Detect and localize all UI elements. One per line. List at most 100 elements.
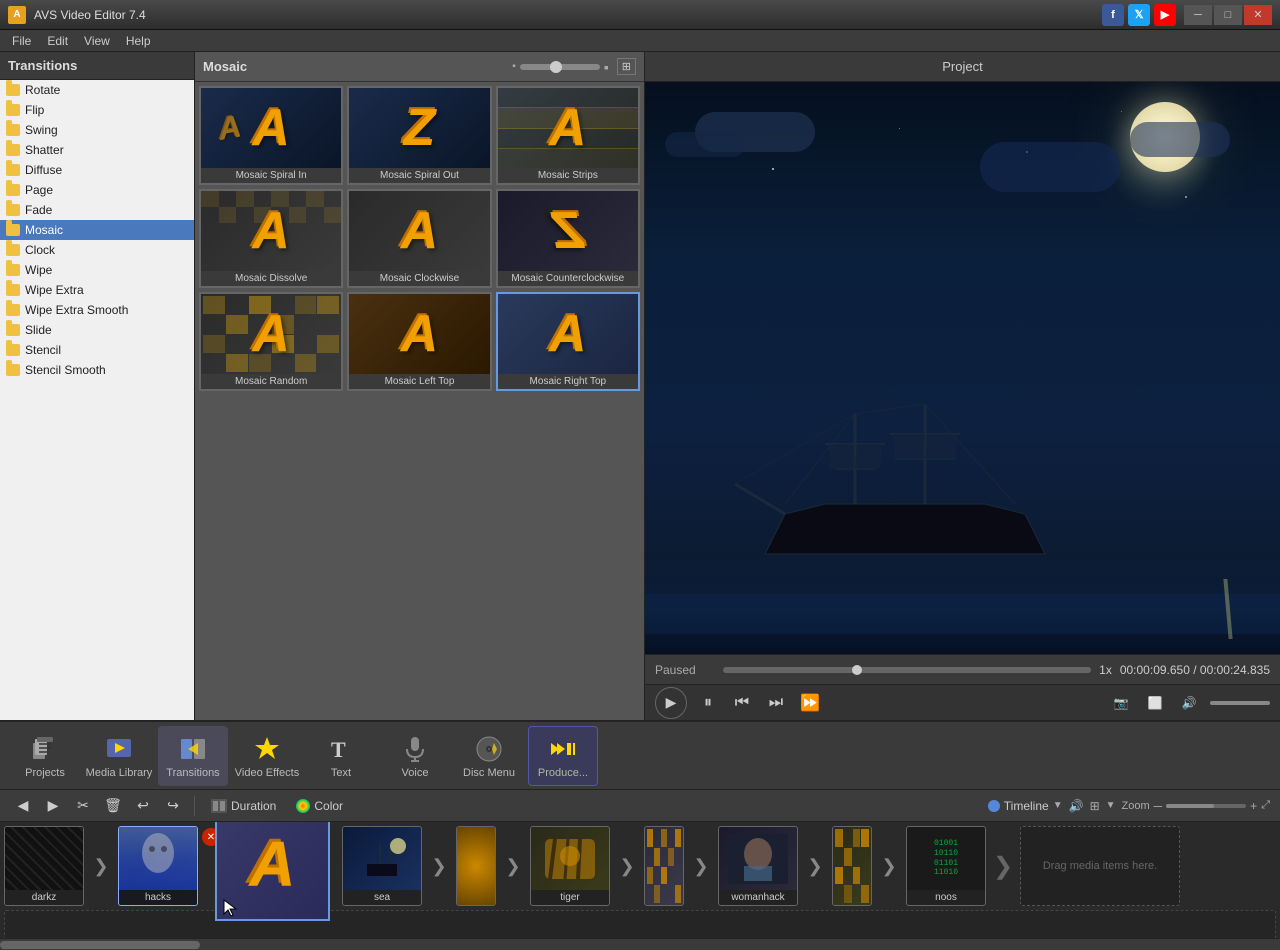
twitter-icon[interactable]: 𝕏 bbox=[1128, 4, 1150, 26]
toolbar-video-effects[interactable]: Video Effects bbox=[232, 726, 302, 786]
skip-back-button[interactable]: ⏮ bbox=[729, 690, 755, 716]
drop-hint: Drag media items here. bbox=[1043, 860, 1157, 872]
fit-button[interactable]: ⤢ bbox=[1261, 799, 1270, 812]
transition-item-clock[interactable]: Clock bbox=[0, 240, 194, 260]
clip-tiger[interactable]: tiger bbox=[530, 826, 610, 906]
mosaic-thumb-clock: A bbox=[349, 191, 489, 271]
mosaic-cell-dissolve[interactable]: A Mosaic Dissolve bbox=[199, 189, 343, 288]
clip-hacks[interactable]: hacks bbox=[118, 826, 198, 906]
clip-transition-3[interactable] bbox=[832, 826, 872, 906]
transition-item-wipe[interactable]: Wipe bbox=[0, 260, 194, 280]
mosaic-cell-counter[interactable]: Z Mosaic Counterclockwise bbox=[496, 189, 640, 288]
transition-item-fade[interactable]: Fade bbox=[0, 200, 194, 220]
mosaic-cell-random[interactable]: A Mosaic Random bbox=[199, 292, 343, 391]
mosaic-cell-clockwise[interactable]: A Mosaic Clockwise bbox=[347, 189, 491, 288]
clip-noos[interactable]: 01001 10110 01101 11010 noos bbox=[906, 826, 986, 906]
forward-button[interactable]: ▶ bbox=[40, 793, 66, 819]
transition-item-stencil[interactable]: Stencil bbox=[0, 340, 194, 360]
preview-panel: Project bbox=[645, 52, 1280, 720]
menu-help[interactable]: Help bbox=[118, 32, 159, 50]
facebook-icon[interactable]: f bbox=[1102, 4, 1124, 26]
toolbar-disc-menu[interactable]: Disc Menu bbox=[454, 726, 524, 786]
zoom-in-button[interactable]: + bbox=[1250, 799, 1257, 813]
grid-view-button[interactable]: ⊞ bbox=[617, 58, 636, 75]
crop-button[interactable]: ⬜ bbox=[1142, 690, 1168, 716]
toolbar-projects[interactable]: Projects bbox=[10, 726, 80, 786]
app-icon: A bbox=[8, 6, 26, 24]
timeline-tracks[interactable]: darkz ❯ hacks bbox=[0, 822, 1280, 938]
mosaic-cell-spiral-in[interactable]: A A Mosaic Spiral In bbox=[199, 86, 343, 185]
toolbar-text[interactable]: T Text bbox=[306, 726, 376, 786]
grid-settings-button[interactable]: ⊞ bbox=[1090, 799, 1100, 813]
mosaic-cell-strips[interactable]: A Mosaic Strips bbox=[496, 86, 640, 185]
transition-item-diffuse[interactable]: Diffuse bbox=[0, 160, 194, 180]
minimize-button[interactable]: ─ bbox=[1184, 5, 1212, 25]
clip-womanhack[interactable]: womanhack bbox=[718, 826, 798, 906]
delete-button[interactable]: 🗑 bbox=[100, 793, 126, 819]
redo-button[interactable]: ↪ bbox=[160, 793, 186, 819]
transition-item-stencil-smooth[interactable]: Stencil Smooth bbox=[0, 360, 194, 380]
projects-svg bbox=[31, 735, 59, 763]
toolbar-voice[interactable]: Voice bbox=[380, 726, 450, 786]
transition-item-swing[interactable]: Swing bbox=[0, 120, 194, 140]
duration-button[interactable]: Duration bbox=[203, 797, 284, 815]
size-slider[interactable] bbox=[520, 64, 600, 70]
transition-item-rotate[interactable]: Rotate bbox=[0, 80, 194, 100]
clip-label-darkz: darkz bbox=[5, 890, 83, 905]
clip-label-womanhack: womanhack bbox=[719, 890, 797, 905]
scrollbar-thumb[interactable] bbox=[0, 941, 200, 949]
cut-button[interactable]: ✂ bbox=[70, 793, 96, 819]
clip-transition-2[interactable] bbox=[644, 826, 684, 906]
toolbar-transitions[interactable]: Transitions bbox=[158, 726, 228, 786]
settings-dropdown-button[interactable]: ▼ bbox=[1106, 800, 1116, 811]
transition-item-wipe-extra[interactable]: Wipe Extra bbox=[0, 280, 194, 300]
color-button[interactable]: Color bbox=[288, 797, 351, 815]
transition-item-slide[interactable]: Slide bbox=[0, 320, 194, 340]
fast-forward-button[interactable]: ⏩ bbox=[797, 690, 823, 716]
audio-settings-button[interactable]: 🔊 bbox=[1069, 799, 1084, 813]
clip-darkz[interactable]: darkz bbox=[4, 826, 84, 906]
timeline-dropdown[interactable]: ▼ bbox=[1053, 800, 1063, 811]
transition-item-wipe-extra-smooth[interactable]: Wipe Extra Smooth bbox=[0, 300, 194, 320]
playback-bar: Paused 1x 00:00:09.650 / 00:00:24.835 bbox=[645, 654, 1280, 684]
transition-item-shatter[interactable]: Shatter bbox=[0, 140, 194, 160]
transitions-list[interactable]: Rotate Flip Swing Shatter Diffuse Page F… bbox=[0, 80, 194, 720]
toolbar-media-library[interactable]: Media Library bbox=[84, 726, 154, 786]
horizontal-scrollbar[interactable] bbox=[0, 938, 1280, 950]
transition-item-page[interactable]: Page bbox=[0, 180, 194, 200]
delete-clip-button[interactable]: ✕ bbox=[202, 828, 220, 846]
time-slider[interactable] bbox=[723, 667, 1091, 673]
transition-item-flip[interactable]: Flip bbox=[0, 100, 194, 120]
mosaic-grid[interactable]: A A Mosaic Spiral In Z Mosaic Spiral Out bbox=[195, 82, 644, 720]
toolbar-produce[interactable]: Produce... bbox=[528, 726, 598, 786]
clip-transition-1[interactable] bbox=[456, 826, 496, 906]
arrow-5: ❯ bbox=[612, 826, 642, 906]
play-button[interactable]: ▶ bbox=[655, 687, 687, 719]
skip-forward-button[interactable]: ⏭ bbox=[763, 690, 789, 716]
audio-track-area[interactable] bbox=[4, 910, 1276, 938]
project-title: Project bbox=[942, 59, 982, 74]
youtube-icon[interactable]: ▶ bbox=[1154, 4, 1176, 26]
slider-max-icon: ▪ bbox=[604, 59, 609, 75]
zoom-slider[interactable] bbox=[1166, 804, 1246, 808]
clip-sea[interactable]: sea bbox=[342, 826, 422, 906]
mosaic-cell-spiral-out[interactable]: Z Mosaic Spiral Out bbox=[347, 86, 491, 185]
back-button[interactable]: ◀ bbox=[10, 793, 36, 819]
menu-view[interactable]: View bbox=[76, 32, 118, 50]
letter-a-clock: A bbox=[401, 205, 439, 257]
pause-button[interactable]: ⏸ bbox=[695, 690, 721, 716]
arrow-4: ❯ bbox=[498, 826, 528, 906]
mosaic-cell-left-top[interactable]: A Mosaic Left Top bbox=[347, 292, 491, 391]
zoom-out-button[interactable]: ─ bbox=[1154, 799, 1163, 813]
volume-button[interactable]: 🔊 bbox=[1176, 690, 1202, 716]
menu-edit[interactable]: Edit bbox=[39, 32, 76, 50]
maximize-button[interactable]: □ bbox=[1214, 5, 1242, 25]
video-track: darkz ❯ hacks bbox=[4, 826, 1276, 906]
close-button[interactable]: ✕ bbox=[1244, 5, 1272, 25]
volume-slider[interactable] bbox=[1210, 701, 1270, 705]
undo-button[interactable]: ↩ bbox=[130, 793, 156, 819]
mosaic-cell-right-top[interactable]: A Mosaic Right Top bbox=[496, 292, 640, 391]
menu-file[interactable]: File bbox=[4, 32, 39, 50]
screenshot-button[interactable]: 📷 bbox=[1108, 690, 1134, 716]
transition-item-mosaic[interactable]: Mosaic bbox=[0, 220, 194, 240]
